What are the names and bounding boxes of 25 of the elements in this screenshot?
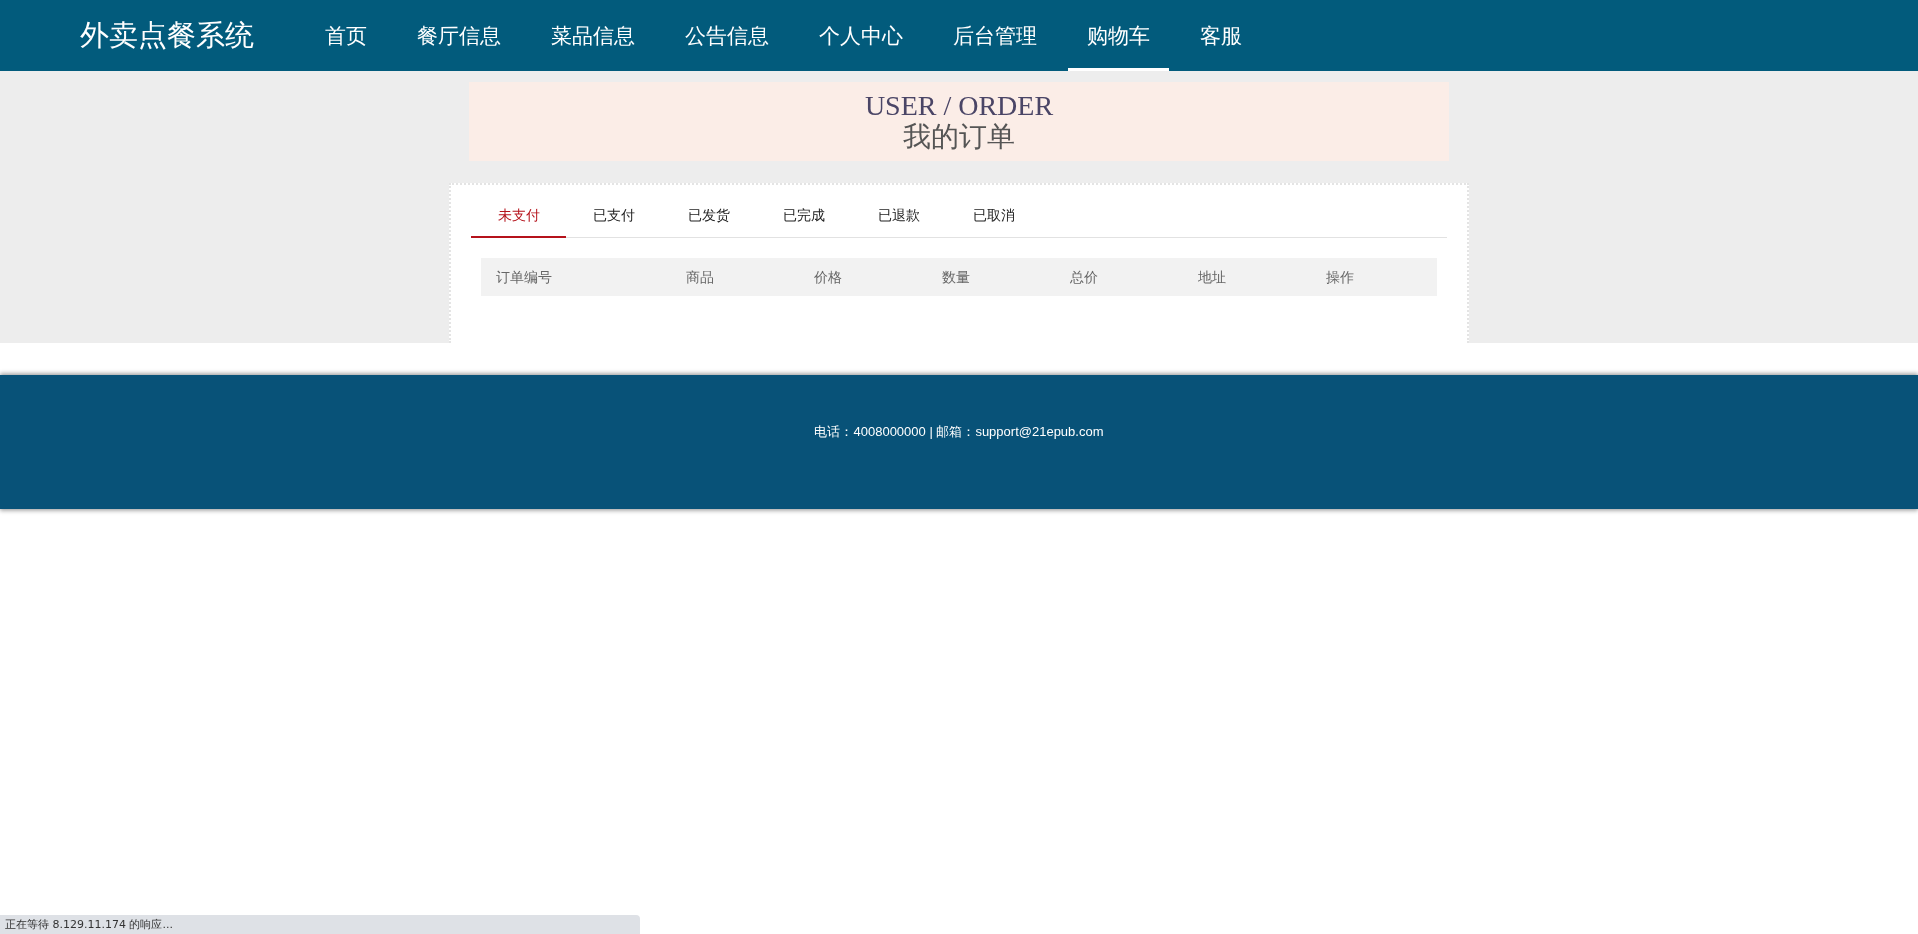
order-tab[interactable]: 已退款	[851, 195, 946, 238]
order-tab[interactable]: 已发货	[661, 195, 756, 238]
banner-title: USER / ORDER	[864, 90, 1054, 121]
column-header: 地址	[1198, 268, 1226, 285]
column-header: 操作	[1326, 268, 1354, 285]
nav-link[interactable]: 餐厅信息	[398, 0, 520, 71]
column-header: 总价	[1070, 268, 1098, 285]
nav-link[interactable]: 公告信息	[666, 0, 788, 71]
nav-link[interactable]: 菜品信息	[532, 0, 654, 71]
footer-contact: 电话：4008000000 | 邮箱：support@21epub.com	[813, 423, 1105, 441]
nav-link[interactable]: 首页	[306, 0, 386, 71]
order-tab[interactable]: 已取消	[946, 195, 1041, 238]
column-header: 商品	[686, 268, 714, 285]
site-title: 外卖点餐系统	[80, 17, 254, 53]
nav-link[interactable]: 个人中心	[800, 0, 922, 71]
order-tab[interactable]: 未支付	[471, 195, 566, 238]
column-header: 订单编号	[496, 268, 552, 285]
nav-link[interactable]: 后台管理	[934, 0, 1056, 71]
order-tab[interactable]: 已支付	[566, 195, 661, 238]
banner-subtitle: 我的订单	[903, 120, 1015, 153]
order-tab[interactable]: 已完成	[756, 195, 851, 238]
column-header: 数量	[942, 268, 970, 285]
status-text: 正在等待 8.129.11.174 的响应...	[5, 917, 173, 932]
nav-link[interactable]: 客服	[1181, 0, 1261, 71]
column-header: 价格	[814, 268, 842, 285]
